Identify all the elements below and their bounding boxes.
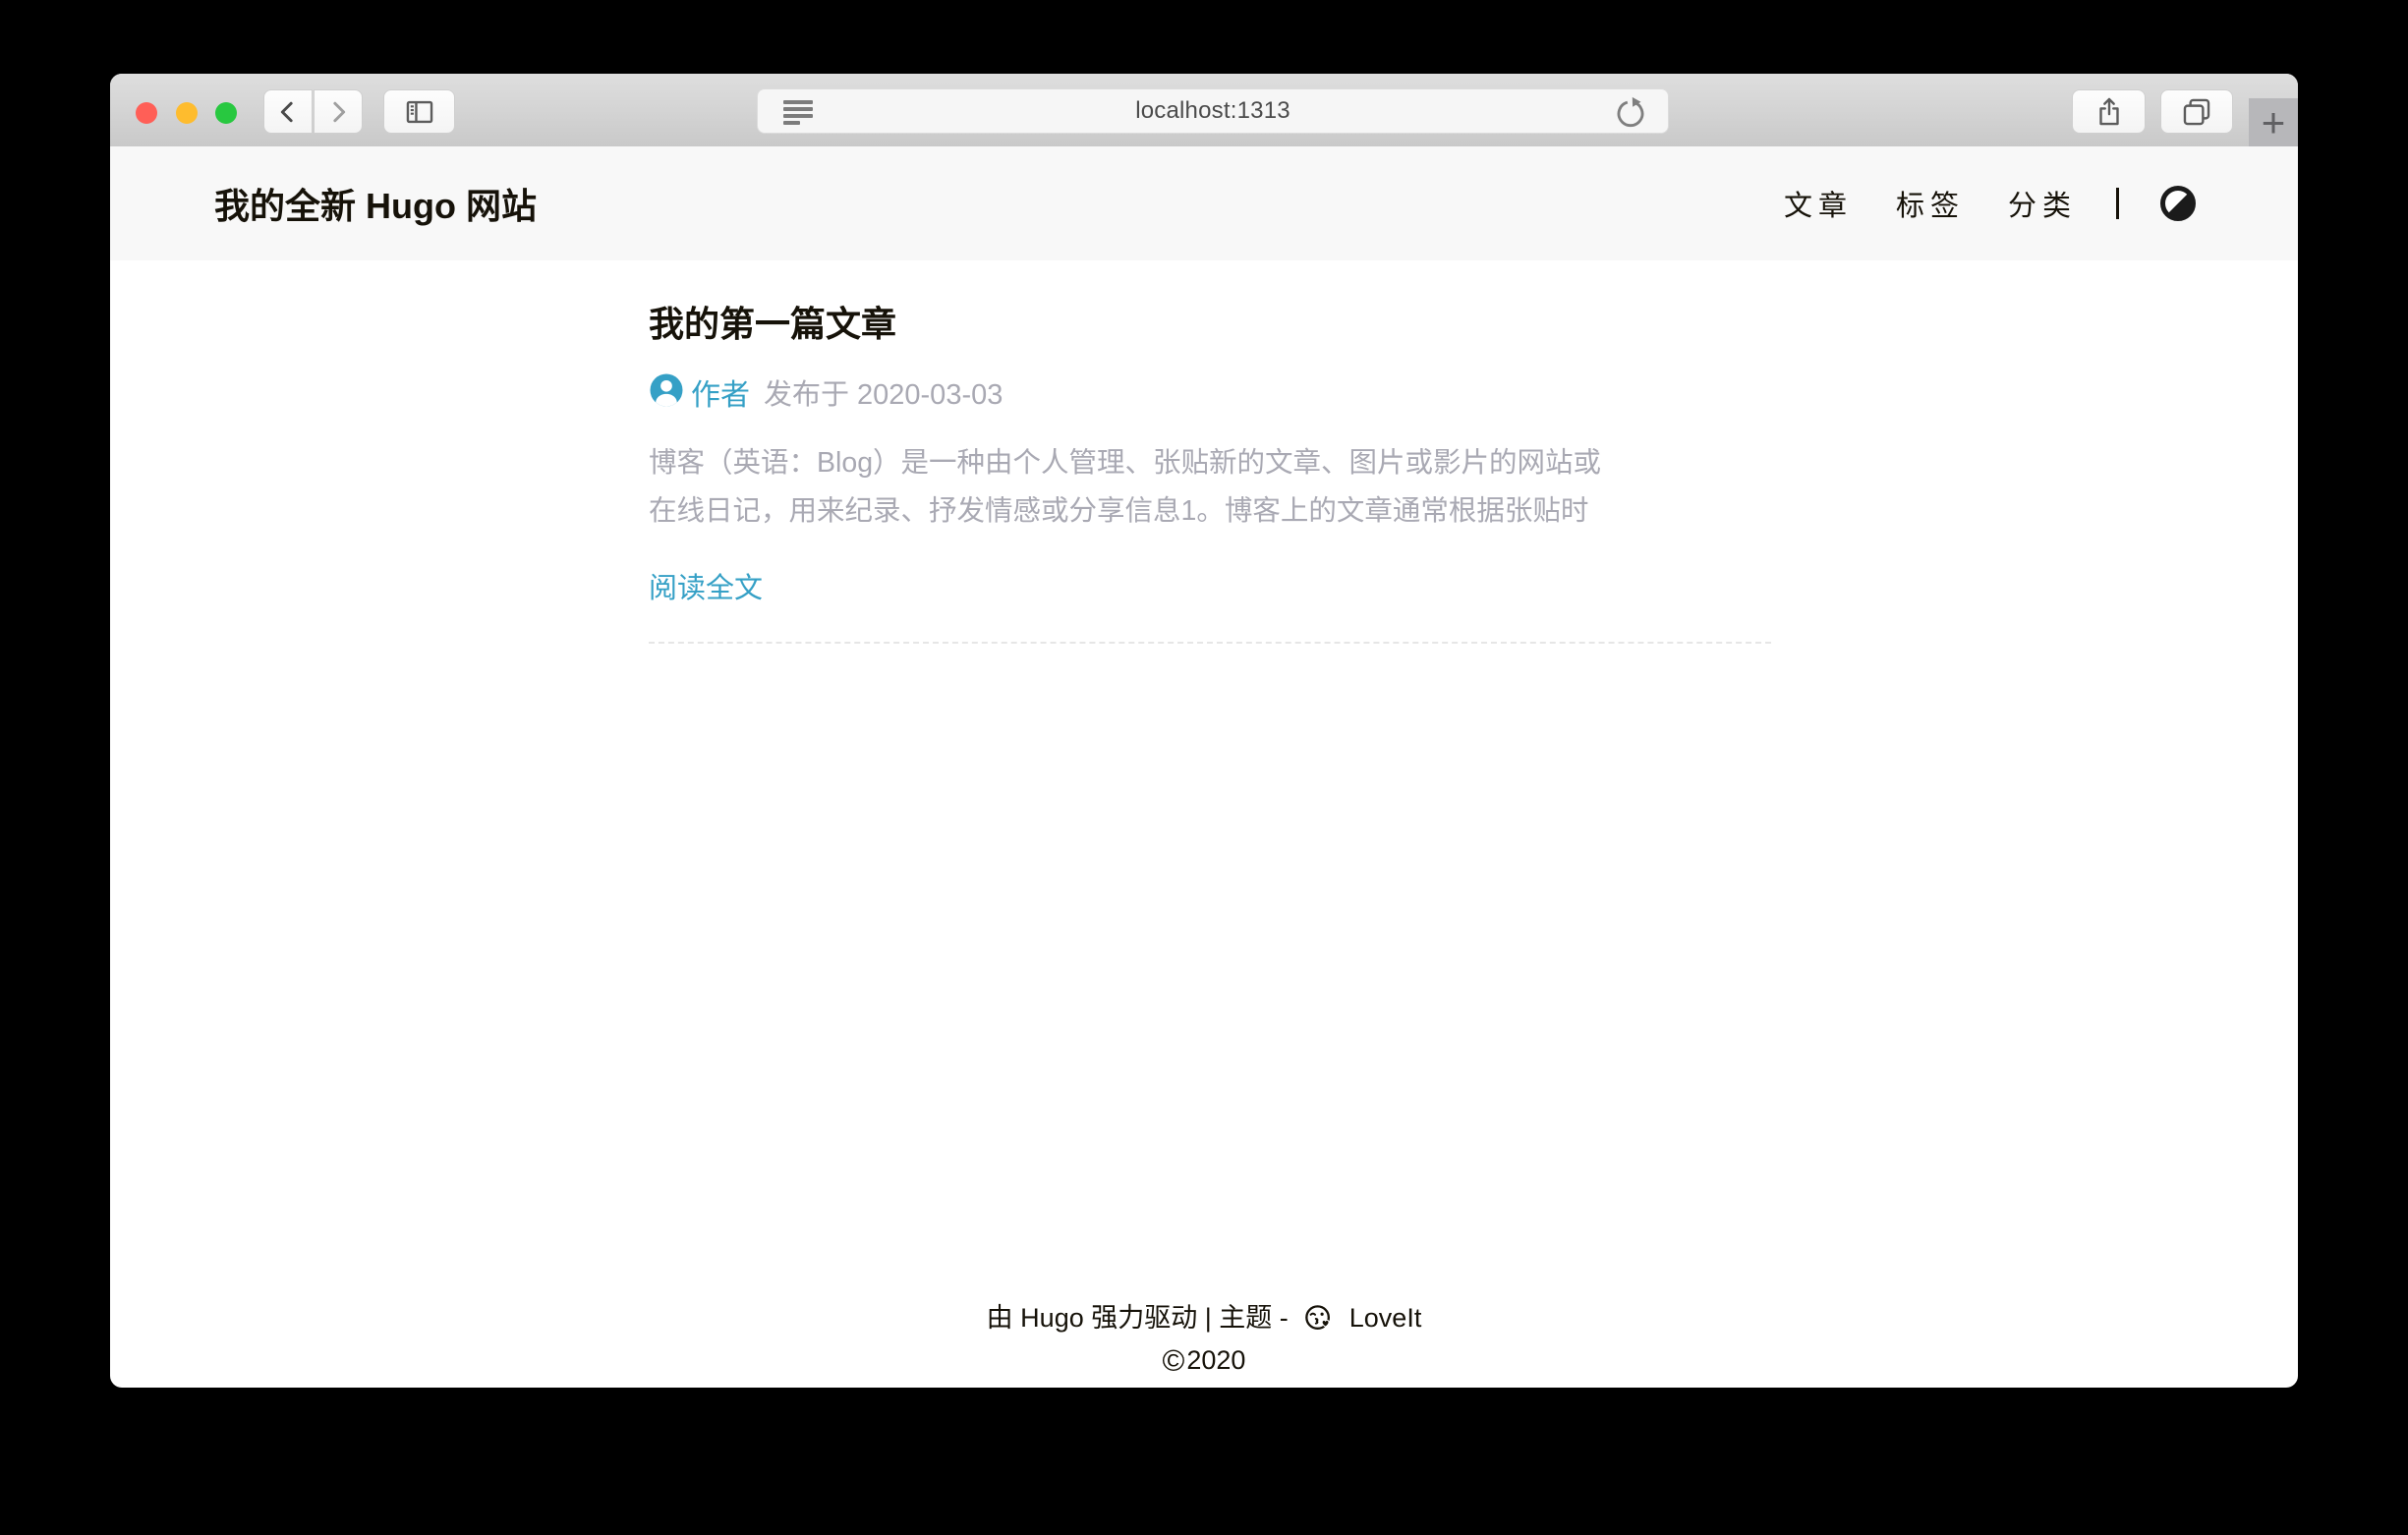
- forward-chevron-icon: [323, 97, 353, 127]
- sidebar-icon: [403, 95, 436, 129]
- powered-by-text: 由 Hugo 强力驱动 | 主题 -: [987, 1303, 1289, 1333]
- forward-button[interactable]: [314, 89, 363, 134]
- theme-toggle-icon[interactable]: [2160, 186, 2196, 221]
- nav-item-posts[interactable]: 文章: [1784, 183, 1853, 224]
- nav-item-categories[interactable]: 分类: [2008, 183, 2077, 224]
- site-footer: 由 Hugo 强力驱动 | 主题 - LoveIt ©2020: [110, 1295, 2298, 1381]
- plus-icon: +: [2262, 102, 2286, 143]
- page-content: 我的第一篇文章 作者 发布于2020-03-03: [110, 260, 2298, 644]
- sidebar-toggle-button[interactable]: [383, 89, 455, 134]
- tab-overview-button[interactable]: [2160, 89, 2233, 134]
- share-button[interactable]: [2072, 89, 2146, 134]
- copyright-icon: ©: [1163, 1343, 1185, 1378]
- theme-name-link[interactable]: LoveIt: [1349, 1303, 1422, 1333]
- reader-mode-icon[interactable]: [783, 100, 813, 124]
- site-nav: 文章 标签 分类: [1741, 183, 2196, 224]
- desktop-background: localhost:1313: [0, 0, 2408, 1535]
- post-meta: 作者 发布于2020-03-03: [649, 370, 1771, 414]
- tabs-icon: [2180, 95, 2213, 129]
- post-divider: [649, 642, 1771, 644]
- back-button[interactable]: [263, 89, 313, 134]
- author-link[interactable]: 作者: [691, 370, 750, 414]
- minimize-window-button[interactable]: [176, 102, 198, 124]
- back-chevron-icon: [273, 97, 303, 127]
- browser-window: localhost:1313: [110, 74, 2298, 1388]
- url-text: localhost:1313: [1135, 97, 1290, 125]
- excerpt-line: 博客（英语：Blog）是一种由个人管理、张贴新的文章、图片或影片的网站或: [649, 439, 1771, 487]
- post-title-link[interactable]: 我的第一篇文章: [649, 303, 1771, 345]
- read-more-link[interactable]: 阅读全文: [649, 565, 763, 606]
- address-bar[interactable]: localhost:1313: [757, 88, 1669, 134]
- site-title-link[interactable]: 我的全新 Hugo 网站: [214, 178, 537, 229]
- share-icon: [2093, 95, 2126, 129]
- author-avatar-icon: [649, 372, 684, 413]
- browser-toolbar: localhost:1313: [110, 74, 2298, 147]
- close-window-button[interactable]: [136, 102, 157, 124]
- kiss-wink-heart-icon: [1289, 1303, 1349, 1333]
- post-excerpt: 博客（英语：Blog）是一种由个人管理、张贴新的文章、图片或影片的网站或 在线日…: [649, 439, 1771, 536]
- excerpt-line: 在线日记，用来纪录、抒发情感或分享信息1。博客上的文章通常根据张贴时: [649, 487, 1771, 536]
- publish-date: 发布于2020-03-03: [764, 371, 1003, 413]
- footer-copyright-line: ©2020: [110, 1340, 2298, 1381]
- nav-item-tags[interactable]: 标签: [1896, 183, 1965, 224]
- zoom-window-button[interactable]: [215, 102, 237, 124]
- copyright-year: 2020: [1186, 1345, 1245, 1375]
- new-tab-button[interactable]: +: [2249, 98, 2298, 146]
- footer-powered-line: 由 Hugo 强力驱动 | 主题 - LoveIt: [110, 1295, 2298, 1340]
- post-summary: 我的第一篇文章 作者 发布于2020-03-03: [649, 303, 1771, 644]
- reload-icon[interactable]: [1613, 94, 1648, 135]
- nav-separator: [2116, 188, 2119, 219]
- site-header: 我的全新 Hugo 网站 文章 标签 分类: [110, 146, 2298, 260]
